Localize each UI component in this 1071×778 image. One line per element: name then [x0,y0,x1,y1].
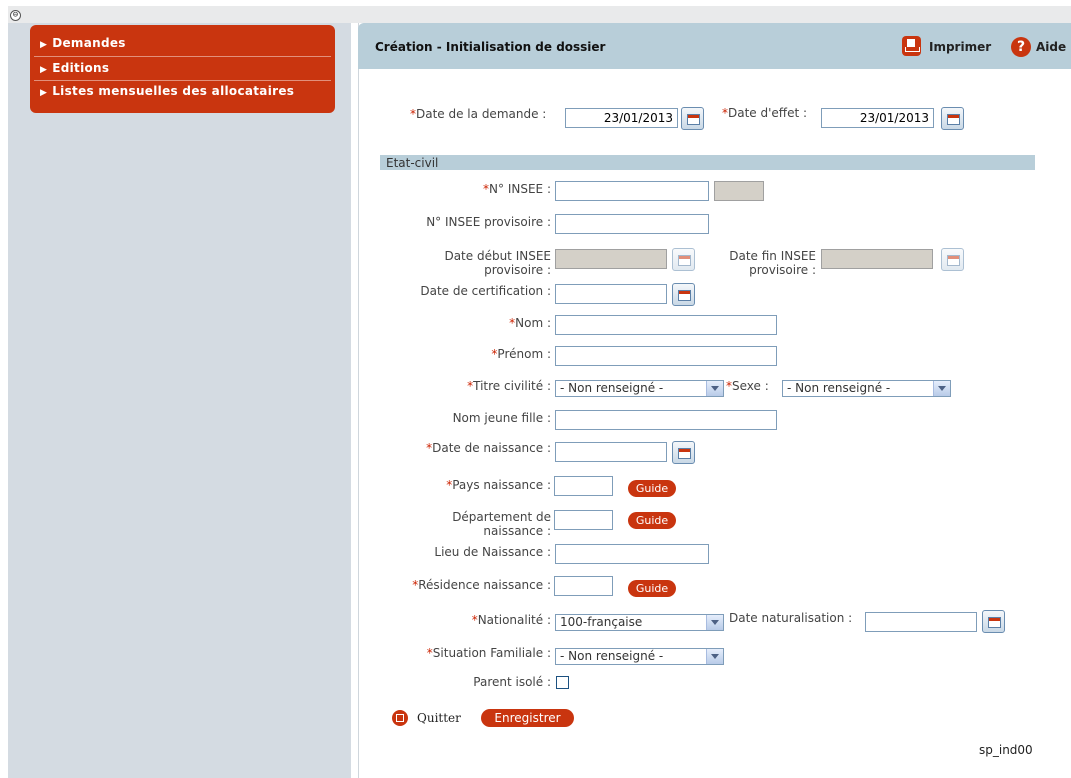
menu-item-demandes[interactable]: ▶ Demandes [30,35,335,52]
pays-guide-button[interactable]: Guide [628,480,676,497]
pays-naissance-label: *Pays naissance : [446,478,551,492]
chevron-down-icon[interactable] [706,649,723,664]
date-debut-insee-input [555,249,667,269]
menu-item-editions[interactable]: ▶ Editions [30,60,335,77]
sexe-label: *Sexe : [726,379,769,393]
nationalite-select[interactable]: 100-française [555,614,724,631]
nom-jeune-fille-label: Nom jeune fille : [452,411,551,425]
collapse-icon[interactable]: ⊖ [10,10,21,21]
nationalite-label: *Nationalité : [471,613,551,627]
no-insee-label: *N° INSEE : [483,182,551,196]
date-naturalisation-label: Date naturalisation : [729,611,853,625]
prenom-input[interactable] [555,346,777,366]
date-effet-label: *Date d'effet : [722,106,808,120]
save-button[interactable]: Enregistrer [481,709,574,727]
lieu-naissance-input[interactable] [555,544,709,564]
no-insee-input[interactable] [555,181,709,201]
date-fin-insee-input [821,249,933,269]
sidebar [8,23,351,778]
no-insee-prov-input[interactable] [555,214,709,234]
print-icon[interactable] [902,36,921,56]
quit-icon[interactable] [392,710,408,726]
arrow-right-icon: ▶ [40,88,48,98]
pays-naissance-input[interactable] [554,476,613,496]
menu-divider [34,80,331,81]
calendar-icon[interactable] [681,107,704,130]
situation-familiale-label: *Situation Familiale : [426,646,551,660]
departement-guide-button[interactable]: Guide [628,512,676,529]
date-debut-insee-label: Date début INSEE provisoire : [444,249,551,277]
calendar-icon [672,248,695,271]
menu-item-label: Demandes [52,36,126,50]
nom-jeune-fille-input[interactable] [555,410,777,430]
prenom-label: *Prénom : [491,347,551,361]
side-menu: ▶ Demandes ▶ Editions ▶ Listes mensuelles d… [30,25,335,113]
lieu-naissance-label: Lieu de Naissance : [434,545,551,559]
parent-isole-checkbox[interactable] [556,676,569,689]
print-link[interactable]: Imprimer [929,40,991,54]
section-title: Etat-civil [386,156,439,170]
menu-item-listes-mensuelles[interactable]: ▶ Listes mensuelles des allocataires [30,83,335,100]
arrow-right-icon: ▶ [40,40,48,50]
chevron-down-icon[interactable] [933,381,950,396]
departement-naissance-label: Département de naissance : [452,510,551,538]
screen-code: sp_ind00 [979,743,1033,757]
nom-input[interactable] [555,315,777,335]
residence-guide-button[interactable]: Guide [628,580,676,597]
sexe-select[interactable]: - Non renseigné - [782,380,951,397]
situation-familiale-select[interactable]: - Non renseigné - [555,648,724,665]
residence-naissance-label: *Résidence naissance : [412,578,551,592]
date-demande-label: *Date de la demande : [410,107,547,121]
parent-isole-label: Parent isolé : [473,675,551,689]
date-certification-input[interactable] [555,284,667,304]
quit-link[interactable]: Quitter [417,711,461,725]
menu-item-label: Editions [52,61,110,75]
titre-civilite-label: *Titre civilité : [467,379,551,393]
no-insee-prov-label: N° INSEE provisoire : [426,215,551,229]
date-naissance-input[interactable] [555,442,667,462]
calendar-icon[interactable] [672,441,695,464]
date-naturalisation-input[interactable] [865,612,977,632]
help-link[interactable]: Aide [1036,40,1066,54]
page-title: Création - Initialisation de dossier [375,40,606,54]
menu-divider [34,56,331,57]
page-header: Création - Initialisation de dossier Imp… [358,23,1071,69]
section-etat-civil: Etat-civil [380,155,1035,170]
chevron-down-icon[interactable] [706,381,723,396]
no-insee-key-input [714,181,764,201]
date-naissance-label: *Date de naissance : [426,441,551,455]
date-fin-insee-label: Date fin INSEE provisoire : [729,249,816,277]
top-bar [8,6,1071,23]
arrow-right-icon: ▶ [40,65,48,75]
chevron-down-icon[interactable] [706,615,723,630]
calendar-icon[interactable] [982,610,1005,633]
date-effet-input[interactable] [821,108,934,128]
calendar-icon [941,248,964,271]
menu-item-label: Listes mensuelles des allocataires [52,84,295,98]
help-icon[interactable]: ? [1011,37,1031,57]
date-certification-label: Date de certification : [420,284,551,298]
departement-naissance-input[interactable] [554,510,613,530]
nom-label: *Nom : [509,316,551,330]
titre-civilite-select[interactable]: - Non renseigné - [555,380,724,397]
date-demande-input[interactable] [565,108,678,128]
residence-naissance-input[interactable] [554,576,613,596]
calendar-icon[interactable] [941,107,964,130]
calendar-icon[interactable] [672,283,695,306]
